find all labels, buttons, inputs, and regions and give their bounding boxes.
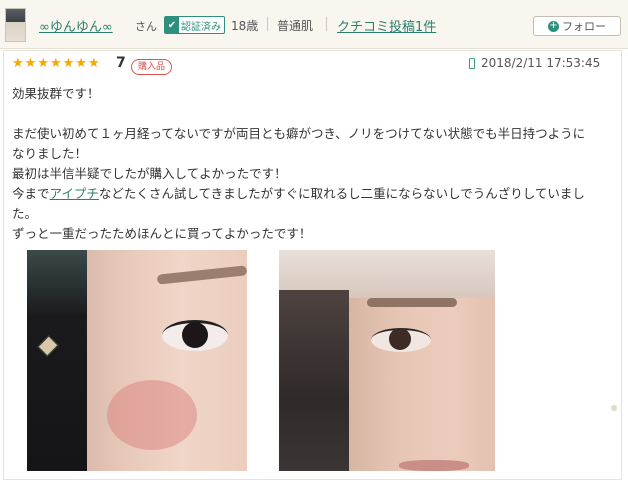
follow-button[interactable]: + フォロー [533,16,621,36]
avatar[interactable] [5,8,26,42]
star-icon: ★ [87,56,100,71]
mobile-phone-icon [469,58,475,69]
review-count-link[interactable]: クチコミ投稿1件 [337,16,436,35]
review-line: た。 [12,206,38,221]
photo-content [182,322,208,348]
star-icon: ★ [24,56,37,71]
photo-content [107,380,197,450]
photo-content [389,328,411,350]
star-icon: ★ [12,56,24,71]
review-photo[interactable] [27,250,247,471]
star-rating: ★ ★ ★ ★ ★ ★ ★ [12,57,101,71]
review-text: などたくさん試してきましたがすぐに取れるし二重にならないしでうんざりしていまし [98,186,585,201]
photo-content [156,265,247,285]
review-line: なりました！ [12,146,88,161]
age-label: 18歳 [231,19,259,33]
review-line: 今までアイプチなどたくさん試してきましたがすぐに取れるし二重にならないしでうんざ… [12,184,617,204]
review-line: ずっと一重だったためほんとに買ってよかったです！ [12,226,312,241]
star-icon: ★ [49,56,62,71]
divider [267,17,268,31]
reviewer-header: ∞ゆんゆん∞ さん ✔ 認証済み 18歳 普通肌 クチコミ投稿1件 + フォロー [0,0,628,49]
star-icon: ★ [37,56,49,71]
photo-content [367,298,457,307]
review-photo[interactable] [279,250,495,471]
star-icon: ★ [62,56,75,71]
honorific-label: さん [135,20,157,33]
photo-content [399,460,469,471]
review-text: 今まで [12,186,50,201]
scroll-indicator [611,405,617,411]
review-title: 効果抜群です！ [12,86,100,101]
verified-label: 認証済み [181,21,221,33]
divider [326,17,327,31]
reviewer-name-link[interactable]: ∞ゆんゆん∞ [39,16,113,35]
review-line: 最初は半信半疑でしたが購入してよかったです！ [12,166,287,181]
checkmark-icon: ✔ [165,17,179,33]
star-icon: ★ [75,56,87,71]
follow-label: フォロー [562,20,606,33]
review-date: 2018/2/11 17:53:45 [481,56,601,70]
plus-icon: + [548,20,559,32]
rating-value: 7 [116,55,126,71]
photo-content [27,250,87,471]
product-tag-link[interactable]: アイプチ [50,186,99,201]
review-body: 効果抜群です！ まだ使い初めて１ヶ月経ってないですが両目とも癖がつき、ノリをつけ… [12,84,617,244]
verified-badge: ✔ 認証済み [164,16,225,34]
skin-type-label: 普通肌 [277,19,314,33]
photo-content [279,290,349,471]
review-line: まだ使い初めて１ヶ月経ってないですが両目とも癖がつき、ノリをつけてない状態でも半… [12,126,586,141]
purchased-badge: 購入品 [131,59,173,75]
